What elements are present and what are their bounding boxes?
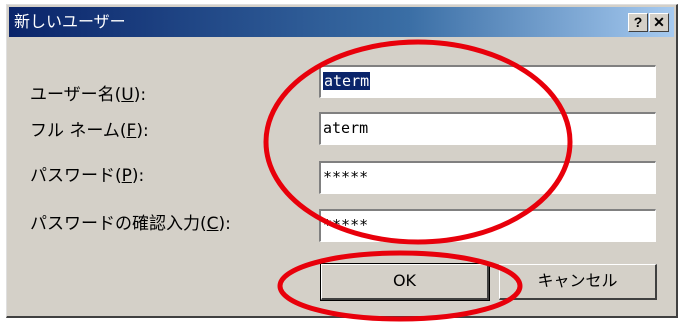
fullname-value: aterm	[323, 119, 369, 137]
password-value: *****	[323, 168, 369, 186]
confirm-password-input[interactable]: *****	[319, 209, 656, 242]
fullname-input[interactable]: aterm	[319, 112, 656, 145]
password-input[interactable]: *****	[319, 161, 656, 194]
confirm-password-label: パスワードの確認入力(C):	[30, 214, 231, 234]
title-bar[interactable]: 新しいユーザー ? ✕	[9, 7, 674, 37]
ok-button[interactable]: OK	[320, 263, 490, 301]
close-button[interactable]: ✕	[649, 13, 669, 32]
cancel-button[interactable]: キャンセル	[499, 264, 657, 300]
dialog-title: 新しいユーザー	[14, 12, 126, 31]
username-label: ユーザー名(U):	[30, 85, 147, 105]
confirm-password-value: *****	[323, 216, 369, 234]
password-label: パスワード(P):	[30, 166, 145, 186]
fullname-label: フル ネーム(F):	[30, 121, 149, 141]
close-icon: ✕	[653, 14, 665, 30]
help-button[interactable]: ?	[628, 13, 648, 32]
username-value: aterm	[323, 72, 371, 90]
username-input[interactable]: aterm	[319, 65, 656, 98]
